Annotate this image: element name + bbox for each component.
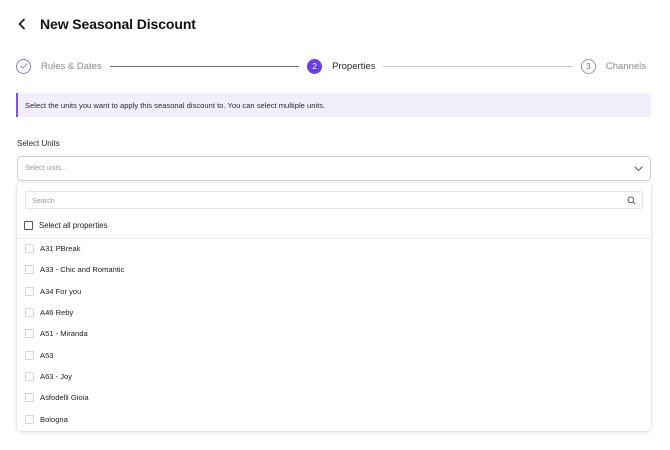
chevron-left-icon: [18, 18, 25, 30]
unit-option[interactable]: A53: [17, 344, 651, 365]
step-connector: [109, 65, 300, 67]
unit-label: A34 For you: [40, 286, 82, 296]
select-all-checkbox[interactable]: [24, 221, 33, 230]
unit-option[interactable]: A31 PBreak: [17, 238, 651, 259]
unit-checkbox[interactable]: [25, 308, 34, 318]
select-units-label: Select Units: [17, 139, 60, 148]
page-header: New Seasonal Discount: [14, 14, 196, 34]
step-rules-dates[interactable]: Rules & Dates: [16, 58, 102, 74]
select-all-label: Select all properties: [39, 221, 108, 230]
unit-option[interactable]: Asfodelli Gioia: [17, 387, 651, 408]
unit-label: A53: [40, 350, 54, 360]
back-button[interactable]: [14, 16, 30, 32]
select-all-properties[interactable]: Select all properties: [24, 221, 107, 230]
unit-label: Asfodelli Gioia: [40, 393, 89, 403]
unit-label: A51 - Miranda: [40, 329, 88, 339]
step-label: Properties: [332, 60, 376, 72]
step-connector: [383, 65, 573, 67]
unit-checkbox[interactable]: [25, 286, 34, 296]
step-done-indicator: [16, 58, 31, 74]
unit-option[interactable]: A63 - Joy: [17, 366, 651, 387]
unit-label: Bologna: [40, 414, 68, 424]
search-input[interactable]: [32, 195, 626, 205]
info-banner: Select the units you want to apply this …: [16, 93, 651, 117]
step-label: Rules & Dates: [41, 60, 102, 72]
check-icon: [20, 63, 27, 69]
search-box: [25, 191, 643, 209]
units-dropdown-panel: Select all properties A31 PBreak A33 - C…: [17, 183, 651, 431]
unit-checkbox[interactable]: [25, 265, 34, 275]
search-icon[interactable]: [626, 195, 636, 205]
step-number: 2: [307, 58, 323, 74]
unit-option[interactable]: Bologna: [17, 408, 651, 429]
stepper: Rules & Dates 2 Properties 3 Channels: [16, 57, 646, 75]
unit-option[interactable]: A51 - Miranda: [17, 323, 651, 344]
unit-option[interactable]: A46 Reby: [17, 302, 651, 323]
unit-checkbox[interactable]: [25, 414, 34, 424]
step-channels[interactable]: 3 Channels: [580, 58, 646, 74]
select-units-dropdown[interactable]: Select units...: [17, 156, 651, 181]
step-number: 3: [580, 58, 596, 74]
unit-label: A46 Reby: [40, 308, 74, 318]
unit-checkbox[interactable]: [25, 371, 34, 381]
info-banner-text: Select the units you want to apply this …: [25, 100, 326, 110]
unit-checkbox[interactable]: [25, 350, 34, 360]
step-properties[interactable]: 2 Properties: [307, 58, 376, 74]
unit-option[interactable]: A34 For you: [17, 281, 651, 302]
chevron-down-icon: [633, 164, 643, 174]
unit-label: A31 PBreak: [40, 244, 81, 254]
unit-checkbox[interactable]: [25, 329, 34, 339]
unit-label: A63 - Joy: [40, 371, 73, 381]
unit-option[interactable]: A33 - Chic and Romantic: [17, 259, 651, 280]
step-label: Channels: [605, 60, 646, 72]
unit-label: A33 - Chic and Romantic: [40, 265, 125, 275]
select-units-placeholder: Select units...: [25, 165, 68, 172]
page-title: New Seasonal Discount: [40, 16, 196, 32]
unit-checkbox[interactable]: [25, 244, 34, 254]
unit-checkbox[interactable]: [25, 393, 34, 403]
unit-list: A31 PBreak A33 - Chic and Romantic A34 F…: [17, 238, 651, 430]
